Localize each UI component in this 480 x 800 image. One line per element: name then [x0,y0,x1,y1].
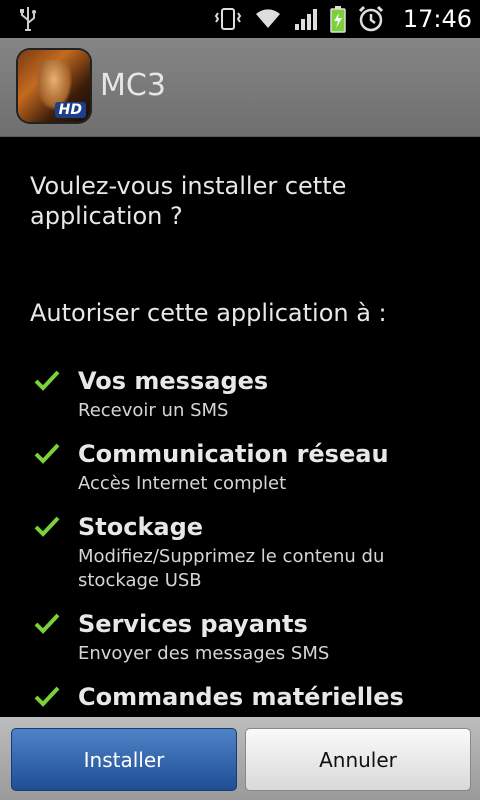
hd-badge: HD [54,102,86,118]
wifi-icon [255,9,280,28]
install-question: Voulez-vous installer cette application … [30,172,347,230]
permission-title: Commandes matérielles [78,683,404,711]
permission-title: Services payants [78,610,308,638]
permission-title: Vos messages [78,367,269,395]
checkmark-icon [34,613,60,634]
permission-title: Stockage [78,513,204,541]
cancel-button[interactable]: Annuler [245,728,471,791]
clock: 17:46 [402,5,472,33]
status-bar: 17:46 [0,0,480,38]
permission-desc: Recevoir un SMS [78,400,229,421]
app-name: MC3 [100,68,166,103]
title-bar: HD MC3 [0,38,480,137]
vibrate-icon [214,8,242,30]
permission-desc: Envoyer des messages SMS [78,643,330,664]
action-bar: Installer Annuler [0,717,480,800]
checkmark-icon [34,516,60,537]
permissions-panel[interactable]: Voulez-vous installer cette application … [0,137,480,717]
permission-desc: Accès Internet complet [78,473,287,494]
install-button[interactable]: Installer [11,728,237,791]
checkmark-icon [34,443,60,464]
authorize-heading: Autoriser cette application à : [30,299,387,327]
checkmark-icon [34,370,60,391]
permission-title: Communication réseau [78,440,389,468]
battery-charging-icon [330,6,346,33]
checkmark-icon [34,686,60,707]
usb-icon [20,7,36,31]
app-icon: HD [18,50,90,122]
permission-desc: Modifiez/Supprimez le contenu du stockag… [78,546,385,591]
alarm-icon [358,5,383,32]
signal-icon [294,9,317,30]
